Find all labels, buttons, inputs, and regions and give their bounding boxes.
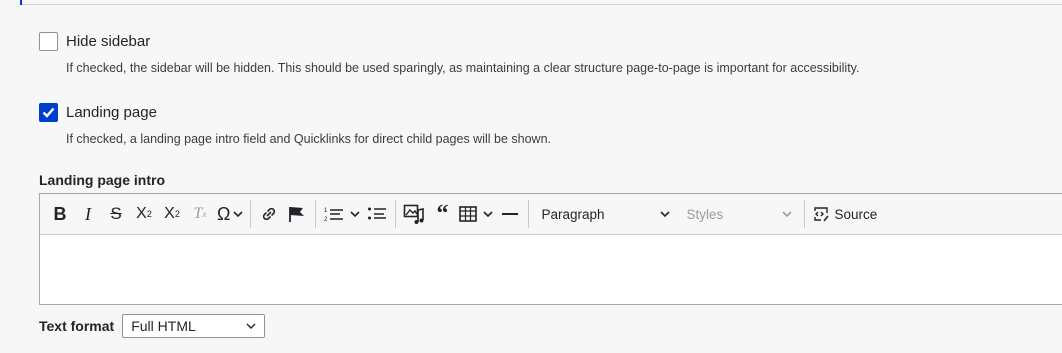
source-label: Source [834, 206, 878, 222]
styles-dropdown-value: Styles [686, 206, 724, 222]
toolbar-separator [804, 200, 806, 228]
svg-text:1: 1 [324, 208, 328, 214]
landing-page-row[interactable]: Landing page [39, 103, 157, 122]
chevron-down-icon [660, 211, 671, 218]
rich-text-editor: B I S X2 X2 Tx Ω 12 “ Paragraph Styles S… [39, 193, 1062, 305]
hide-sidebar-description: If checked, the sidebar will be hidden. … [66, 61, 860, 75]
toolbar-separator [315, 200, 317, 228]
toolbar-separator [395, 200, 397, 228]
landing-page-checkbox[interactable] [39, 103, 58, 122]
source-icon [814, 207, 830, 222]
editor-content-area[interactable] [40, 235, 1062, 305]
blockquote-icon[interactable]: “ [428, 199, 456, 229]
checkmark-icon [42, 107, 55, 118]
landing-page-label[interactable]: Landing page [66, 104, 157, 121]
chevron-down-icon [350, 211, 361, 218]
toolbar-separator [528, 200, 530, 228]
chevron-down-icon [246, 323, 256, 329]
chevron-down-icon [483, 211, 494, 218]
table-icon[interactable] [456, 199, 496, 229]
chevron-down-icon [782, 211, 793, 218]
landing-page-intro-label: Landing page intro [39, 172, 165, 188]
source-button[interactable]: Source [809, 199, 880, 229]
heading-dropdown[interactable]: Paragraph [533, 199, 678, 229]
bulleted-list-icon[interactable] [363, 199, 391, 229]
text-format-row: Text format Full HTML [39, 314, 266, 338]
editor-toolbar: B I S X2 X2 Tx Ω 12 “ Paragraph Styles S… [40, 194, 1062, 235]
panel-edge [22, 0, 1062, 5]
hide-sidebar-row[interactable]: Hide sidebar [39, 32, 150, 51]
anchor-flag-icon[interactable] [283, 199, 311, 229]
styles-dropdown[interactable]: Styles [678, 199, 800, 229]
media-icon[interactable] [400, 199, 428, 229]
special-characters-icon[interactable]: Ω [214, 199, 246, 229]
landing-page-description: If checked, a landing page intro field a… [66, 132, 551, 146]
heading-dropdown-value: Paragraph [541, 206, 605, 222]
page: Hide sidebar If checked, the sidebar wil… [0, 0, 1062, 353]
horizontal-line-icon[interactable] [496, 199, 524, 229]
subscript-icon[interactable]: X2 [130, 199, 158, 229]
italic-icon[interactable]: I [74, 199, 102, 229]
text-format-select[interactable]: Full HTML [122, 314, 266, 338]
strikethrough-icon[interactable]: S [102, 199, 130, 229]
hide-sidebar-checkbox[interactable] [39, 32, 58, 51]
remove-format-icon[interactable]: Tx [186, 199, 214, 229]
chevron-down-icon [233, 211, 244, 218]
numbered-list-icon[interactable]: 12 [320, 199, 363, 229]
hide-sidebar-label[interactable]: Hide sidebar [66, 33, 150, 50]
bold-icon[interactable]: B [46, 199, 74, 229]
toolbar-separator [250, 200, 252, 228]
text-format-value: Full HTML [131, 318, 196, 334]
svg-text:2: 2 [324, 217, 328, 223]
link-icon[interactable] [255, 199, 283, 229]
superscript-icon[interactable]: X2 [158, 199, 186, 229]
text-format-label: Text format [39, 318, 115, 334]
